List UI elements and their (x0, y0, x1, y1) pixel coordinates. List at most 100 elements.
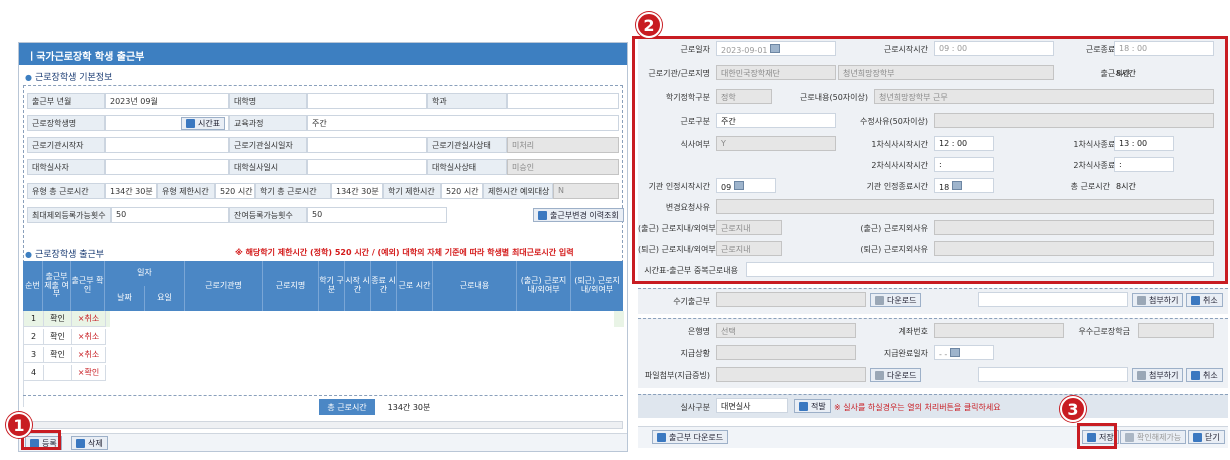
input-pay (716, 345, 856, 360)
label-bank: 은행명 (687, 327, 710, 336)
label-pay: 지급상황 (680, 349, 710, 358)
attach-pay-button[interactable]: 첨부하기 (1132, 368, 1184, 382)
badge-3: 3 (1060, 396, 1086, 422)
label-pay-date: 지급완료일자 (883, 349, 928, 358)
highlight-save (1077, 423, 1117, 449)
value-org-reviewer (105, 137, 229, 153)
input-excellent (1138, 323, 1214, 338)
table-body: 1 확인 × 취소 2 확인 × 취소 3 확인 × 취소 4 × 확인 (23, 311, 624, 407)
label-term-total: 학기 총 근로시간 (255, 183, 331, 199)
label-term-limit: 학기 제한시간 (383, 183, 441, 199)
row-confirm[interactable]: 확인 (44, 311, 72, 327)
row-no: 2 (24, 329, 44, 345)
download-button[interactable]: 다운로드 (870, 293, 922, 307)
confirm-cancel-button[interactable]: 확인해제가능 (1120, 430, 1187, 444)
download-icon (875, 370, 884, 380)
cancel-attach-button[interactable]: 취소 (1186, 293, 1223, 307)
value-remaining-register: 50 (307, 207, 447, 223)
delete-button[interactable]: 삭제 (71, 436, 108, 450)
value-term-total: 134간 30분 (331, 183, 383, 199)
label-department: 학과 (427, 93, 507, 109)
label-type-limit: 유형 제한시간 (157, 183, 215, 199)
value-course: 주간 (307, 115, 619, 131)
label-account: 계좌번호 (898, 327, 928, 336)
attendance-download-button[interactable]: 출근부 다운로드 (652, 430, 729, 444)
th-org: 근로기관명 (185, 261, 263, 311)
value-max-register: 50 (111, 207, 229, 223)
label-type-total: 유형 총 근로시간 (27, 183, 105, 199)
table-header: 순번 출근부 제출 여부 출근부 확인 일자 날짜 요일 근로기관명 근로지명 … (23, 261, 623, 311)
row-confirm-button[interactable]: × 확인 (72, 365, 106, 381)
select-review[interactable]: 대면실사 (716, 398, 788, 413)
section-attendance: 근로장학생 출근부 (25, 247, 104, 260)
cancel-pay-button[interactable]: 취소 (1186, 368, 1223, 382)
attach-button[interactable]: 첨부하기 (1132, 293, 1184, 307)
page-title: ㅣ국가근로장학 학생 출근부 (19, 43, 627, 65)
input-account[interactable] (934, 323, 1064, 338)
row-cancel-button[interactable]: × 취소 (72, 347, 106, 363)
th-date-day: 날짜 (105, 286, 145, 311)
input-manual-file[interactable] (978, 292, 1128, 307)
badge-2: 2 (636, 12, 662, 38)
select-bank[interactable]: 선택 (716, 323, 856, 338)
download-icon (657, 432, 666, 442)
label-review: 실사구분 (680, 403, 710, 412)
select-org-review-status[interactable]: 미처리 (507, 137, 619, 153)
label-org-review-date: 근로기관실시일자 (229, 137, 307, 153)
label-course: 교육과정 (229, 115, 307, 131)
download-pay-button[interactable]: 다운로드 (870, 368, 922, 382)
check-icon (799, 401, 808, 411)
input-file (716, 367, 866, 382)
calendar-icon[interactable] (949, 348, 960, 357)
label-remaining-register: 잔여등록가능횟수 (229, 207, 307, 223)
label-manual: 수기출근부 (673, 297, 710, 306)
delete-icon (76, 438, 85, 448)
label-univ-review-date: 대학실사일시 (229, 159, 307, 175)
highlight-detail (632, 36, 1228, 284)
cancel-icon (1191, 295, 1200, 305)
row-no: 1 (24, 311, 44, 327)
th-hours: 근로 시간 (397, 261, 433, 311)
th-out-loc: (퇴근) 근로지 내/외여부 (571, 261, 623, 311)
row-cancel-button[interactable]: × 취소 (72, 311, 106, 327)
value-term-limit: 520 시간 (441, 183, 483, 199)
value-type-limit: 520 시간 (215, 183, 255, 199)
label-university: 대학명 (229, 93, 307, 109)
row-confirm[interactable]: 확인 (44, 329, 72, 345)
row-confirm[interactable]: 확인 (44, 347, 72, 363)
th-term: 학기 구분 (319, 261, 345, 311)
value-org-review-date (307, 137, 427, 153)
value-type-total: 134간 30분 (105, 183, 157, 199)
th-in-loc: (출근) 근로지 내/외여부 (517, 261, 571, 311)
th-submit: 출근부 제출 여부 (43, 261, 71, 311)
masked-data (110, 311, 614, 391)
attach-icon (1137, 295, 1146, 305)
th-content: 근로내용 (433, 261, 517, 311)
input-pay-date[interactable]: - - (934, 345, 994, 360)
row-confirm[interactable] (44, 365, 72, 381)
th-confirm: 출근부 확인 (71, 261, 105, 311)
value-univ-reviewer (105, 159, 229, 175)
input-pay-file[interactable] (978, 367, 1128, 382)
horizontal-scrollbar[interactable] (23, 421, 623, 429)
row-cancel-button[interactable]: × 취소 (72, 329, 106, 345)
label-univ-review-status: 대학실사상태 (427, 159, 507, 175)
review-button[interactable]: 적발 (794, 399, 831, 413)
attach-icon (1137, 370, 1146, 380)
input-manual (716, 292, 866, 307)
section-basic-info: 근로장학생 기본정보 (25, 70, 112, 83)
timetable-button[interactable]: 시간표 (181, 117, 226, 130)
select-limit-exception[interactable]: N (553, 183, 619, 199)
total-value: 134간 30분 (387, 402, 431, 412)
left-footer (19, 433, 627, 451)
label-file: 파일첨부(지급증빙) (644, 371, 710, 380)
label-limit-exception: 제한시간 예외대상 (483, 183, 553, 199)
table-footer: 총 근로시간 134간 30분 (23, 395, 623, 417)
th-no: 순번 (23, 261, 43, 311)
th-site: 근로지명 (263, 261, 319, 311)
history-button[interactable]: 출근부변경 이력조회 (533, 208, 624, 222)
close-button[interactable]: 닫기 (1188, 430, 1225, 444)
history-icon (538, 210, 547, 220)
row-no: 4 (24, 365, 44, 381)
select-univ-review-status[interactable]: 미승인 (507, 159, 619, 175)
